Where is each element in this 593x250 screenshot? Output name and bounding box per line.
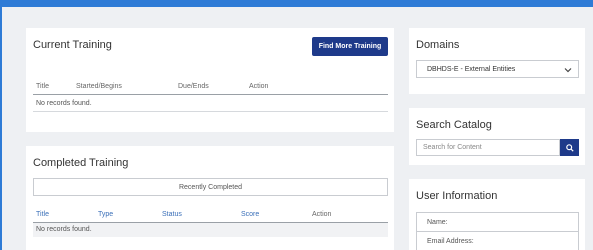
search-button[interactable] xyxy=(560,139,579,156)
table-header-divider xyxy=(33,94,388,95)
column-header-score[interactable]: Score xyxy=(241,211,259,218)
column-header-title[interactable]: Title xyxy=(36,211,49,218)
top-accent-bar xyxy=(0,0,593,7)
column-header-status[interactable]: Status xyxy=(162,211,182,218)
name-label: Name: xyxy=(427,218,448,226)
recently-completed-tab[interactable]: Recently Completed xyxy=(33,178,388,196)
recently-completed-label: Recently Completed xyxy=(178,183,243,191)
completed-training-empty: No records found. xyxy=(36,226,92,233)
search-catalog-card: Search Catalog Search for Content xyxy=(409,108,585,165)
current-training-title: Current Training xyxy=(33,39,112,51)
column-header-started[interactable]: Started/Begins xyxy=(76,83,122,90)
search-catalog-title: Search Catalog xyxy=(416,119,492,131)
user-information-title: User Information xyxy=(416,190,498,202)
column-header-action[interactable]: Action xyxy=(249,83,268,90)
current-training-card: Current Training Find More Training Titl… xyxy=(26,28,394,132)
table-row-divider xyxy=(33,111,388,112)
column-header-action: Action xyxy=(312,211,332,218)
column-header-type[interactable]: Type xyxy=(98,211,113,218)
find-more-training-button[interactable]: Find More Training xyxy=(312,37,388,56)
chevron-down-icon xyxy=(564,68,572,73)
current-training-empty: No records found. xyxy=(36,100,92,107)
search-placeholder: Search for Content xyxy=(423,144,482,151)
email-field: Email Address: xyxy=(416,232,579,250)
search-icon xyxy=(565,143,574,152)
left-accent-bar xyxy=(0,0,2,250)
name-field: Name: xyxy=(416,212,579,232)
domains-title: Domains xyxy=(416,39,460,51)
search-input[interactable]: Search for Content xyxy=(416,139,560,156)
user-information-card: User Information Name: Email Address: xyxy=(409,179,585,250)
completed-training-card: Completed Training Recently Completed Ti… xyxy=(26,146,394,250)
completed-training-title: Completed Training xyxy=(33,157,129,169)
email-label: Email Address: xyxy=(427,238,474,245)
domains-card: Domains DBHDS-E - External Entities xyxy=(409,28,585,94)
column-header-title[interactable]: Title xyxy=(36,83,49,90)
domain-select-value: DBHDS-E - External Entities xyxy=(427,65,516,73)
domain-select[interactable]: DBHDS-E - External Entities xyxy=(416,60,579,78)
column-header-due[interactable]: Due/Ends xyxy=(178,83,209,90)
